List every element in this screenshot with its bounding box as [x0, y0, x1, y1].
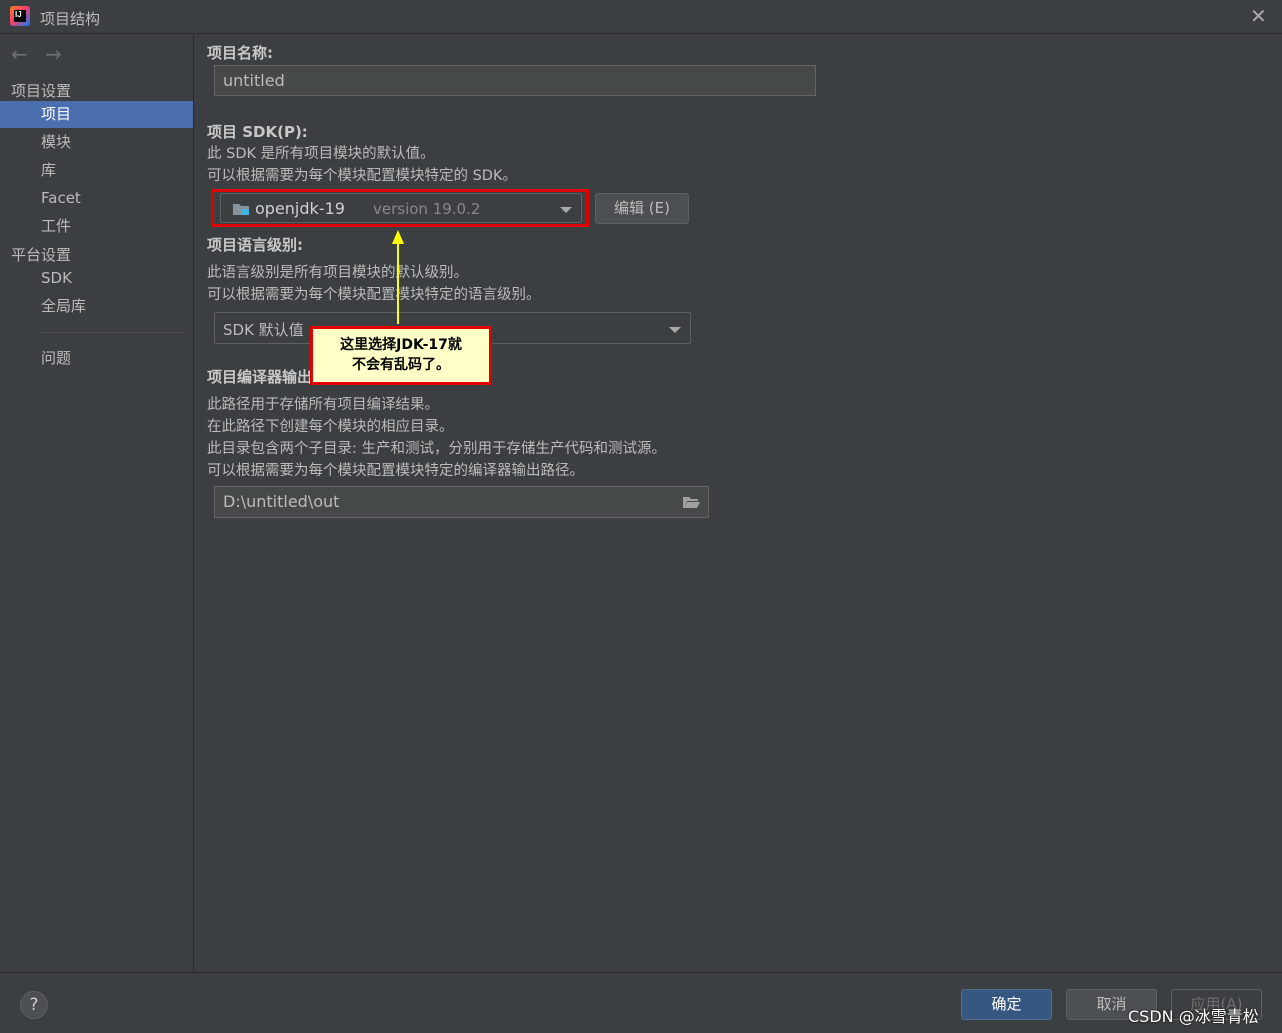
sidebar-item-sdk[interactable]: SDK	[0, 265, 193, 292]
compiler-output-desc-3: 此目录包含两个子目录: 生产和测试，分别用于存储生产代码和测试源。	[207, 441, 666, 457]
sidebar-item-problems[interactable]: 问题	[0, 345, 193, 372]
sdk-selected-version: version 19.0.2	[373, 200, 481, 218]
forward-arrow-icon[interactable]: →	[45, 42, 62, 66]
project-sdk-desc-2: 可以根据需要为每个模块配置模块特定的 SDK。	[207, 168, 517, 184]
sdk-selected-name: openjdk-19	[255, 199, 345, 218]
annotation-callout: 这里选择JDK-17就 不会有乱码了。	[310, 326, 492, 385]
language-level-value: SDK 默认值	[223, 321, 304, 339]
annotation-arrow-icon	[392, 230, 404, 324]
sidebar-item-project[interactable]: 项目	[0, 101, 193, 128]
language-level-desc-1: 此语言级别是所有项目模块的默认级别。	[207, 265, 468, 281]
annotation-line-2: 不会有乱码了。	[352, 357, 450, 373]
chevron-down-icon	[560, 207, 572, 213]
compiler-output-desc-1: 此路径用于存储所有项目编译结果。	[207, 397, 439, 413]
title-bar: IJ 项目结构 ✕	[0, 0, 1282, 34]
edit-sdk-button[interactable]: 编辑 (E)	[595, 193, 689, 224]
project-name-label: 项目名称:	[207, 44, 273, 62]
project-sdk-desc-1: 此 SDK 是所有项目模块的默认值。	[207, 146, 435, 162]
back-arrow-icon[interactable]: ←	[11, 42, 28, 66]
compiler-output-path-input[interactable]: D:\untitled\out	[214, 486, 709, 518]
compiler-output-desc-4: 可以根据需要为每个模块配置模块特定的编译器输出路径。	[207, 463, 584, 479]
annotation-line-1: 这里选择JDK-17就	[340, 337, 462, 353]
project-name-input[interactable]	[214, 65, 816, 96]
sidebar-group-platform-settings: 平台设置	[11, 246, 72, 264]
close-icon[interactable]: ✕	[1250, 4, 1267, 28]
language-level-desc-2: 可以根据需要为每个模块配置模块特定的语言级别。	[207, 287, 541, 303]
compiler-output-desc-2: 在此路径下创建每个模块的相应目录。	[207, 419, 454, 435]
help-icon[interactable]: ?	[20, 991, 48, 1019]
sidebar: ← → 项目设置 项目 模块 库 Facet 工件 平台设置 SDK 全局库 问…	[0, 34, 194, 972]
sidebar-divider	[40, 332, 185, 333]
sidebar-item-facet[interactable]: Facet	[0, 185, 193, 212]
main-panel: 项目名称: 项目 SDK(P): 此 SDK 是所有项目模块的默认值。 可以根据…	[194, 34, 1282, 972]
intellij-app-icon: IJ	[10, 6, 30, 26]
jdk-folder-icon	[233, 204, 249, 215]
sidebar-item-libraries[interactable]: 库	[0, 157, 193, 184]
window-title: 项目结构	[40, 10, 101, 28]
sidebar-item-modules[interactable]: 模块	[0, 129, 193, 156]
chevron-down-icon	[669, 327, 681, 333]
folder-browse-icon[interactable]	[682, 495, 700, 509]
compiler-output-label: 项目编译器输出	[207, 368, 313, 386]
project-sdk-dropdown[interactable]: openjdk-19 version 19.0.2	[220, 193, 582, 223]
dialog-footer: ? 确定 取消 应用(A)	[0, 972, 1282, 1033]
ok-button[interactable]: 确定	[961, 989, 1052, 1020]
compiler-output-path-value: D:\untitled\out	[223, 492, 340, 511]
sidebar-item-global-libraries[interactable]: 全局库	[0, 293, 193, 320]
language-level-label: 项目语言级别:	[207, 236, 303, 254]
project-sdk-label: 项目 SDK(P):	[207, 123, 308, 141]
watermark: CSDN @冰雪青松	[1128, 1007, 1259, 1026]
sidebar-group-project-settings: 项目设置	[11, 82, 72, 100]
sidebar-item-artifacts[interactable]: 工件	[0, 213, 193, 240]
